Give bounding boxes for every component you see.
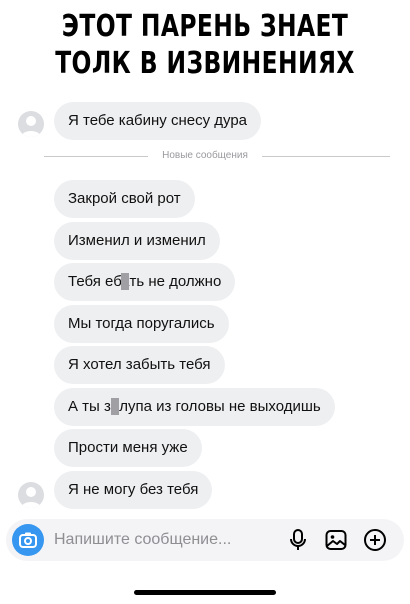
message-bubble[interactable]: Мы тогда поругались: [54, 305, 229, 343]
message-text-part: Тебя еб: [68, 273, 122, 290]
meme-title: ЭТОТ ПАРЕНЬ ЗНАЕТ ТОЛК В ИЗВИНЕНИЯХ: [45, 8, 365, 82]
message-bubble[interactable]: Закрой свой рот: [54, 180, 195, 218]
message-bubble[interactable]: Изменил и изменил: [54, 222, 220, 260]
message-input[interactable]: [54, 519, 254, 561]
message-bubble[interactable]: Я не могу без тебя: [54, 471, 213, 509]
message-bubble[interactable]: Прости меня уже: [54, 429, 202, 467]
divider-line-right: [262, 156, 390, 157]
message-text-part: А ты з: [68, 398, 111, 415]
camera-button[interactable]: [12, 524, 44, 556]
message-text: Я хотел забыть тебя: [68, 356, 211, 373]
contact-avatar[interactable]: [18, 482, 44, 508]
message-bubble[interactable]: Тебя ебать не должно: [54, 263, 236, 301]
plus-circle-icon[interactable]: [363, 528, 387, 552]
message-text: Я не могу без тебя: [68, 481, 199, 498]
message-composer: [6, 519, 404, 561]
message-text: Закрой свой рот: [68, 190, 181, 207]
message-bubble[interactable]: А ты залупа из головы не выходишь: [54, 388, 335, 426]
meme-title-line-2: ТОЛК В ИЗВИНЕНИЯХ: [55, 46, 355, 81]
home-indicator[interactable]: [134, 590, 276, 595]
contact-avatar[interactable]: [18, 111, 44, 137]
message-text-part: лупа из головы не выходишь: [119, 398, 321, 415]
message-text-part: ть не должно: [129, 273, 222, 290]
message-text: Мы тогда поругались: [68, 315, 215, 332]
message-text: Изменил и изменил: [68, 232, 206, 249]
image-icon[interactable]: [324, 528, 348, 552]
microphone-icon[interactable]: [286, 528, 310, 552]
user-silhouette-icon: [21, 116, 41, 137]
message-text: Я тебе кабину снесу дура: [68, 112, 248, 129]
censor-block: а: [110, 398, 120, 415]
meme-title-line-1: ЭТОТ ПАРЕНЬ ЗНАЕТ: [61, 9, 349, 44]
user-silhouette-icon: [21, 487, 41, 508]
message-text: Прости меня уже: [68, 439, 188, 456]
message-bubble[interactable]: Я тебе кабину снесу дура: [54, 102, 262, 140]
camera-icon: [19, 532, 37, 548]
message-bubble[interactable]: Я хотел забыть тебя: [54, 346, 225, 384]
